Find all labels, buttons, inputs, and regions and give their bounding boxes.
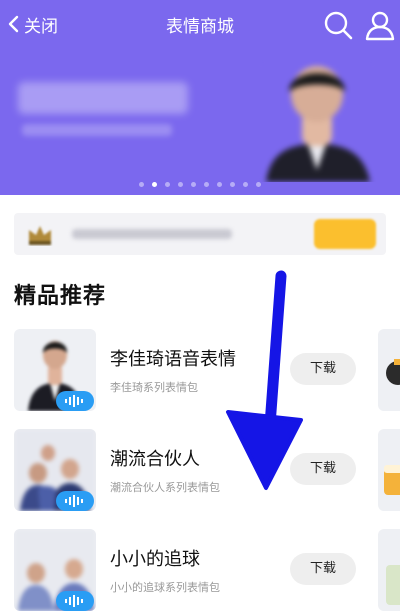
sticker-peek-image [386, 565, 400, 605]
download-button[interactable]: 下载 [290, 353, 356, 385]
pagination-dot[interactable] [152, 182, 157, 187]
item-desc: 李佳琦系列表情包 [110, 381, 198, 394]
voice-badge [56, 391, 94, 411]
item-name: 小小的追球 [110, 549, 200, 570]
pagination-dot[interactable] [256, 182, 261, 187]
sticker-peek-image [384, 465, 400, 495]
pagination-dot[interactable] [243, 182, 248, 187]
side-card-peek[interactable] [378, 529, 400, 611]
list-item[interactable]: 潮流合伙人 潮流合伙人系列表情包 下载 [0, 429, 400, 515]
item-desc: 小小的追球系列表情包 [110, 581, 220, 594]
section-title: 精品推荐 [14, 284, 107, 309]
pagination-dot[interactable] [230, 182, 235, 187]
download-button[interactable]: 下载 [290, 453, 356, 485]
notice-blurred-text [72, 229, 232, 239]
list-item[interactable]: 小小的追球 小小的追球系列表情包 下载 [0, 529, 400, 615]
voice-badge [56, 491, 94, 511]
item-name: 潮流合伙人 [110, 449, 200, 470]
crown-icon [29, 226, 51, 245]
list-item[interactable]: 李佳琦语音表情 李佳琦系列表情包 下载 [0, 329, 400, 415]
side-card-peek[interactable] [378, 329, 400, 411]
sound-wave-icon [65, 495, 83, 507]
header: 关闭 表情商城 [0, 0, 400, 195]
user-icon[interactable] [364, 9, 396, 41]
item-desc: 潮流合伙人系列表情包 [110, 481, 220, 494]
banner-blurred-subtitle [22, 124, 172, 136]
sound-wave-icon [65, 395, 83, 407]
sticker-peek-image [386, 359, 400, 385]
voice-badge [56, 591, 94, 611]
banner-blurred-title [18, 82, 188, 114]
notice-action-button[interactable] [314, 219, 376, 249]
side-card-peek[interactable] [378, 429, 400, 511]
navbar: 关闭 表情商城 [0, 0, 400, 48]
pagination-dot[interactable] [217, 182, 222, 187]
search-icon[interactable] [322, 9, 354, 41]
pagination-dot[interactable] [191, 182, 196, 187]
download-button[interactable]: 下载 [290, 553, 356, 585]
promo-banner[interactable] [0, 48, 400, 195]
item-name: 李佳琦语音表情 [110, 349, 236, 370]
pagination-dot[interactable] [139, 182, 144, 187]
pagination-dot[interactable] [165, 182, 170, 187]
pagination-dot[interactable] [178, 182, 183, 187]
notice-bar[interactable] [14, 213, 386, 255]
banner-pagination [0, 182, 400, 187]
sound-wave-icon [65, 595, 83, 607]
pagination-dot[interactable] [204, 182, 209, 187]
banner-person-image [258, 60, 376, 182]
